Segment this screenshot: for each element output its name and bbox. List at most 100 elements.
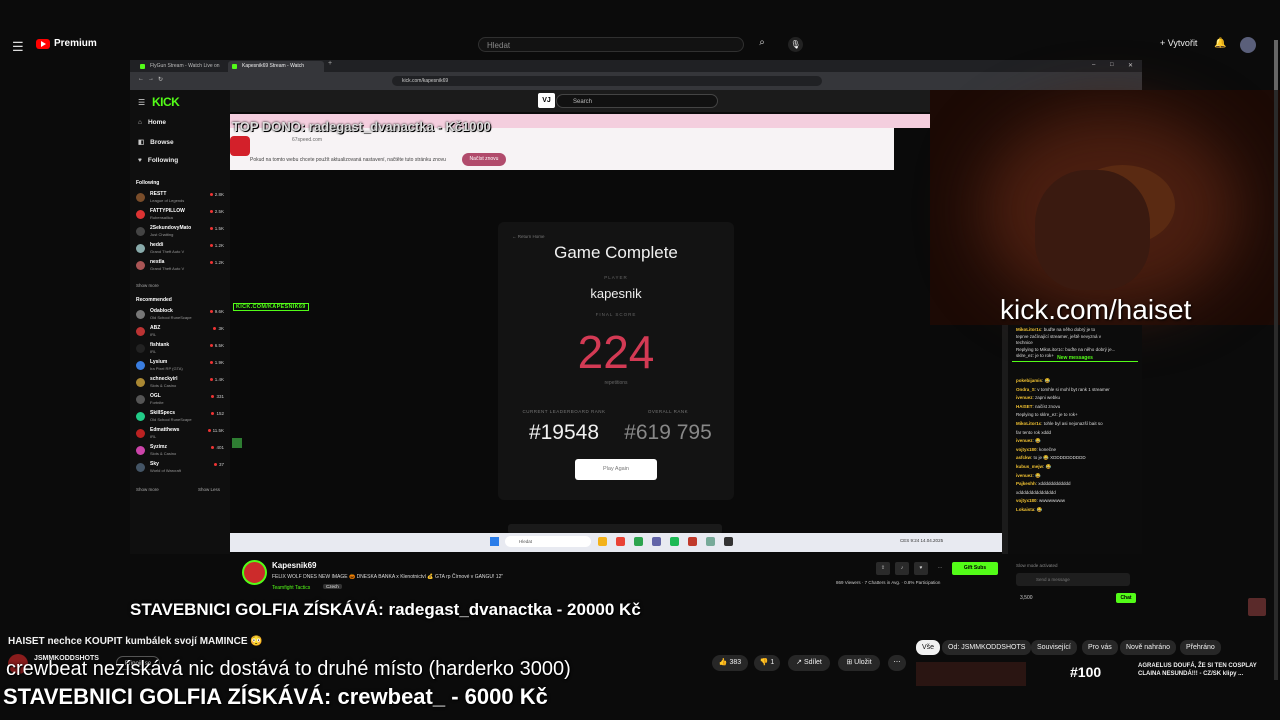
filter-chip[interactable]: Pro vás <box>1082 640 1118 655</box>
notifications-bell-icon[interactable]: 🔔 <box>1214 38 1226 49</box>
taskbar-search[interactable]: Hledat <box>505 536 591 547</box>
following-show-more[interactable]: Show more <box>136 283 159 288</box>
obs-icon[interactable] <box>688 537 697 546</box>
stream-category[interactable]: Teamfight Tactics <box>272 585 310 591</box>
chat-message: vojtyx180: konečne <box>1016 446 1057 452</box>
chat-username[interactable]: ivenuez <box>1016 438 1033 443</box>
sidebar-channel[interactable]: 2SekundovyMato Just Chatting 1.5K <box>136 225 226 241</box>
save-button[interactable]: ⊞ Uložit <box>838 655 880 671</box>
filter-chip[interactable]: Od: JSMMKODDSHOTS <box>942 640 1032 655</box>
chat-username[interactable]: HAISET <box>1016 404 1033 409</box>
chat-username[interactable]: ivenuez <box>1016 395 1033 400</box>
sidebar-channel[interactable]: heddi Grand Theft Auto V 1.2K <box>136 242 226 258</box>
share-button[interactable]: ↗ Sdílet <box>788 655 830 671</box>
chat-username[interactable]: MikoLitor1c <box>1016 327 1041 332</box>
nav-home[interactable]: ⌂ Home <box>138 119 166 126</box>
microphone-icon[interactable]: 🎙 <box>788 37 803 52</box>
page-scrollbar[interactable] <box>1274 40 1278 680</box>
kick-logo[interactable]: KICK <box>152 95 180 109</box>
browser-tab-flygun[interactable]: FlyGun Stream - Watch Live on Kick <box>136 61 226 80</box>
app-icon[interactable] <box>724 537 733 546</box>
sidebar-channel[interactable]: Sky World of Warcraft 37 <box>136 461 226 477</box>
hamburger-menu-icon[interactable]: ☰ <box>12 39 24 55</box>
app-icon[interactable] <box>634 537 643 546</box>
like-button[interactable]: 👍 383 <box>712 655 748 671</box>
maximize-icon[interactable]: □ <box>1110 62 1114 68</box>
stream-language-tag[interactable]: Czech <box>323 584 342 589</box>
address-bar[interactable]: kick.com/kapesnik69 <box>392 76 822 86</box>
minimize-icon[interactable]: – <box>1092 62 1095 68</box>
back-icon[interactable]: ← <box>138 76 144 82</box>
sidebar-channel[interactable]: ABZ IRL 3K <box>136 325 226 341</box>
bell-icon[interactable]: ♪ <box>895 562 909 575</box>
sidebar-channel[interactable]: nestla Grand Theft Auto V 1.2K <box>136 259 226 275</box>
streamer-name[interactable]: Kapesnik69 <box>272 561 316 570</box>
chat-username[interactable]: asfckw <box>1016 455 1031 460</box>
file-explorer-icon[interactable] <box>598 537 607 546</box>
app-icon[interactable] <box>706 537 715 546</box>
dislike-button[interactable]: 👎 1 <box>754 655 780 671</box>
more-actions-icon[interactable]: ⋯ <box>888 655 906 671</box>
channel-points[interactable]: 3,500 <box>1020 595 1033 601</box>
filter-chip[interactable]: Vše <box>916 640 941 655</box>
return-home-link[interactable]: ← Return Home <box>512 234 545 239</box>
chat-username[interactable]: ivenuez <box>1016 473 1033 478</box>
chat-username[interactable]: pokebijamis <box>1016 378 1042 383</box>
chat-username[interactable]: MikoLitor1c <box>1016 421 1041 426</box>
discord-icon[interactable] <box>652 537 661 546</box>
forward-icon[interactable]: → <box>148 76 154 82</box>
account-avatar[interactable] <box>1240 37 1256 53</box>
chat-username[interactable]: vojtyx180 <box>1016 447 1037 452</box>
close-window-icon[interactable]: ✕ <box>1128 62 1133 69</box>
chat-send-button[interactable]: Chat <box>1116 593 1136 603</box>
kick-search-input[interactable]: Search <box>556 94 718 108</box>
streamer-avatar[interactable] <box>242 560 267 585</box>
recommended-video-thumbnail[interactable] <box>916 662 1026 686</box>
recommended-show-less[interactable]: Show Less <box>198 487 220 492</box>
chat-username[interactable]: Lokaista <box>1016 507 1034 512</box>
new-tab-icon[interactable]: + <box>328 60 332 67</box>
channel-name: Sky <box>150 461 159 467</box>
sidebar-channel[interactable]: SkillSpecs Old School RuneScape 152 <box>136 410 226 426</box>
recommended-video-title[interactable]: AGRAELUS DOUFÁ, ŽE SI TEN COSPLAY CLAINA… <box>1138 662 1266 678</box>
youtube-search-input[interactable]: Hledat <box>478 37 744 52</box>
scrollbar-thumb[interactable] <box>1274 40 1278 90</box>
chat-input[interactable]: Send a message <box>1016 573 1130 586</box>
play-again-button[interactable]: Play Again <box>575 459 657 480</box>
share-icon[interactable]: ⇪ <box>876 562 890 575</box>
chat-username[interactable]: Pajkeshh <box>1016 481 1036 486</box>
sidebar-toggle-icon[interactable]: ☰ <box>138 98 145 107</box>
chat-username[interactable]: vojtyx180 <box>1016 498 1037 503</box>
youtube-logo[interactable]: Premium <box>36 38 97 49</box>
filter-chip[interactable]: Nově nahráno <box>1120 640 1176 655</box>
gift-subs-button[interactable]: Gift Subs <box>952 562 998 575</box>
sidebar-channel[interactable]: fishtank IRL 6.5K <box>136 342 226 358</box>
spotify-icon[interactable] <box>670 537 679 546</box>
nav-browse[interactable]: ◧ Browse <box>138 138 174 146</box>
reload-icon[interactable]: ↻ <box>158 76 163 83</box>
search-icon[interactable]: ⌕ <box>752 37 772 52</box>
vj-icon[interactable]: VJ <box>538 93 555 108</box>
more-icon[interactable]: ⋯ <box>933 562 947 575</box>
nav-following[interactable]: ♥ Following <box>138 157 178 164</box>
sidebar-channel[interactable]: schneckyirl Slots & Casino 1.4K <box>136 376 226 392</box>
chat-username[interactable]: Ondra_S <box>1016 387 1035 392</box>
site-reload-button[interactable]: Načíst znovu <box>462 153 506 166</box>
channel-viewers: 37 <box>214 462 224 467</box>
sidebar-channel[interactable]: Syzimz Slots & Casino 401 <box>136 444 226 460</box>
sidebar-channel[interactable]: FATTYPILLOW Rubensailica 2.5K <box>136 208 226 224</box>
sidebar-channel[interactable]: RESTT League of Legends 2.8K <box>136 191 226 207</box>
sidebar-channel[interactable]: Odablock Old School RuneScape 9.6K <box>136 308 226 324</box>
sidebar-channel[interactable]: Lysium Ira Pixel RP (GTA) 1.9K <box>136 359 226 375</box>
create-button[interactable]: + Vytvořit <box>1160 38 1197 48</box>
sidebar-channel[interactable]: Edmatthews IRL 11.5K <box>136 427 226 443</box>
windows-start-icon[interactable] <box>490 537 499 546</box>
filter-chip[interactable]: Přehráno <box>1180 640 1221 655</box>
chat-username[interactable]: kubus_mejw <box>1016 464 1043 469</box>
sidebar-channel[interactable]: OGL Fortnite 331 <box>136 393 226 409</box>
chrome-icon[interactable] <box>616 537 625 546</box>
filter-chip[interactable]: Související <box>1031 640 1077 655</box>
follow-heart-icon[interactable]: ♥ <box>914 562 928 575</box>
browser-tab-kapesnik[interactable]: Kapesnik69 Stream - Watch <box>228 61 324 72</box>
recommended-show-more[interactable]: Show more <box>136 487 159 492</box>
